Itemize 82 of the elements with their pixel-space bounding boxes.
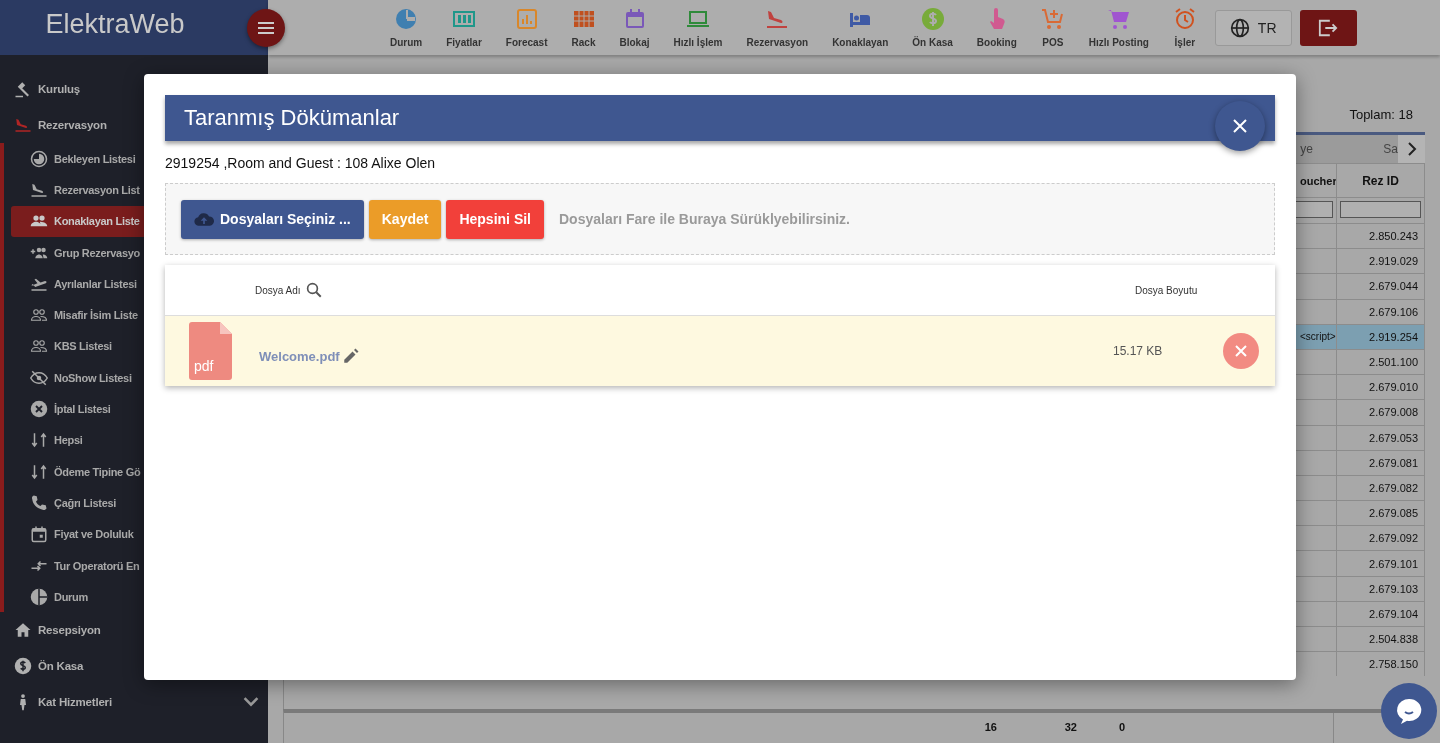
column-header: Dosya Adı [255,284,301,296]
sidebar-item[interactable]: Kuruluş [0,71,268,107]
total-count: Toplam: 18 [1349,107,1413,122]
table-cell: 2.679.081 [1337,449,1425,475]
total-value: 0 [1118,721,1125,733]
table-cell: 2.679.092 [1337,525,1425,551]
table-cell: 2.758.150 [1337,651,1425,677]
tab[interactable]: Sa [1383,142,1398,156]
sidebar-item[interactable]: Kat Hizmetleri [0,684,268,721]
toolbar-button[interactable]: Konaklayan [820,7,901,48]
table-cell: 2.679.104 [1337,600,1425,626]
table-cell: 2.679.010 [1337,374,1425,400]
search-icon[interactable] [304,281,323,299]
pencil-icon[interactable] [341,347,360,365]
cancel-icon [30,400,48,418]
sidebar-subitem[interactable]: Grup Rezervasyo [11,236,268,269]
drop-hint: Dosyaları Fare ile Buraya Sürüklyebilirsiniz. [559,211,850,227]
toolbar-button[interactable]: Hızlı İşlem [661,7,735,48]
sidebar-subitem[interactable]: Durum [11,581,268,613]
column-header[interactable]: Rez ID [1337,163,1425,198]
table-cell: 2.679.101 [1337,550,1425,576]
table-cell: 2.919.029 [1337,248,1425,274]
logout-icon [1317,17,1339,38]
pie-chart-icon [30,587,48,606]
toolbar-button[interactable]: Rack [559,7,608,48]
toolbar-button[interactable]: Fiyatlar [434,7,494,48]
sidebar-subitem[interactable]: Fiyat ve Doluluk [11,518,268,550]
globe-icon [1229,17,1250,38]
filter-field[interactable] [1340,201,1421,218]
chat-button[interactable] [1381,683,1437,739]
sort-icon [30,431,48,450]
toolbar-button[interactable]: Durum [378,7,435,48]
toolbar-button[interactable]: POS [1028,7,1077,48]
toolbar-button[interactable]: İşler [1160,7,1209,48]
toolbar-button[interactable]: Forecast [493,7,560,48]
language-button[interactable]: TR [1214,9,1292,46]
table-cell: 2.679.103 [1337,575,1425,601]
table-cell: 2.679.082 [1337,474,1425,501]
sort-icon [30,462,48,481]
dialog-title: Taranmış Dökümanlar [184,105,400,131]
upload-button[interactable]: Dosyaları Seçiniz ... [181,199,364,239]
chevron-right-icon [1406,142,1417,156]
table-cell: 2.679.008 [1337,399,1425,425]
total-value: 16 [984,721,997,733]
sidebar-subitem[interactable]: İptal Listesi [11,393,268,425]
table-cell: 2.850.243 [1337,223,1425,249]
app-logo: ElektraWeb [45,9,185,40]
sidebar-subitem[interactable]: Hepsi [11,424,268,456]
table-cell: 2.679.044 [1337,273,1425,299]
toolbar-button[interactable]: Blokaj [607,7,662,48]
toolbar-button[interactable]: Booking [964,7,1029,48]
close-icon [1233,119,1247,133]
toolbar-button[interactable]: Hızlı Posting [1076,7,1161,48]
cloud-upload-icon [194,211,214,227]
table-cell: 2.501.100 [1337,348,1425,375]
sidebar-item[interactable]: Resepsiyon [0,612,268,649]
toolbar-button[interactable]: Rezervasyon [734,7,821,48]
logout-button[interactable] [1299,9,1357,46]
sidebar-item[interactable]: Ön Kasa [0,648,268,685]
sidebar-subitem[interactable]: Ödeme Tipine Gö [11,455,268,488]
sidebar-subitem[interactable]: Çağrı Listesi [11,487,268,519]
table-cell: 2.679.053 [1337,424,1425,450]
next-tab-button[interactable] [1398,135,1425,163]
sidebar-subitem[interactable]: Tur Operatorü En [11,549,268,582]
file-size: 15.17 KB [1113,344,1164,358]
table-cell: 2.919.254 [1337,323,1425,349]
clock-icon [30,149,48,168]
delete-button[interactable]: Hepsini Sil [446,199,544,239]
menu-icon [257,21,275,35]
column-header: Dosya Boyutu [1135,284,1198,296]
chat-bubble-icon [1394,696,1424,726]
reservation-info: 2919254 ,Room and Guest : 108 Alixe Olen [165,155,437,171]
table-cell: 2.679.085 [1337,500,1425,526]
table-cell: 2.504.838 [1337,626,1425,652]
close-icon [1235,345,1247,357]
file-icon: pdf [189,322,232,380]
table-cell: 2.679.106 [1337,298,1425,324]
eye-off-icon [30,368,48,387]
toolbar-button[interactable]: Ön Kasa [900,7,965,48]
phone-icon [30,493,48,512]
total-value: 32 [1064,721,1077,733]
calendar-icon [30,525,48,544]
